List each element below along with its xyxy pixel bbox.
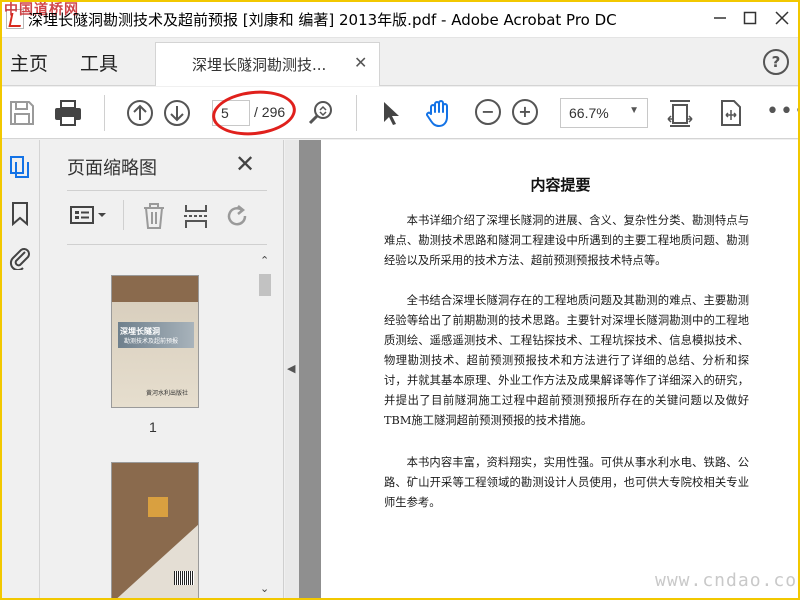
document-tab-label: 深埋长隧洞勘测技... bbox=[192, 56, 327, 74]
paragraph: 全书结合深埋长隧洞存在的工程地质问题及其勘测的难点、主要勘测经验等给出了前期勘测… bbox=[384, 294, 749, 427]
watermark-url: www.cndao.com bbox=[655, 570, 800, 591]
menu-home[interactable]: 主页 bbox=[10, 49, 48, 76]
page-thumbnail-2[interactable] bbox=[111, 462, 199, 600]
zoom-level-value: 66.7% bbox=[569, 105, 609, 121]
scroll-down-icon[interactable]: ⌄ bbox=[260, 582, 269, 595]
fit-width-icon[interactable] bbox=[664, 97, 696, 129]
toolbar-separator bbox=[104, 95, 105, 131]
page-heading: 内容提要 bbox=[530, 176, 591, 194]
bookmark-icon[interactable] bbox=[8, 200, 32, 227]
menu-tools[interactable]: 工具 bbox=[80, 49, 118, 76]
select-cursor-icon[interactable] bbox=[375, 97, 407, 129]
page-up-icon[interactable] bbox=[124, 97, 156, 129]
document-page: 内容提要 本书详细介绍了深埋长隧洞的进展、含义、复杂性分类、勘测特点与难点、勘测… bbox=[321, 140, 800, 600]
thumbnails-icon[interactable] bbox=[8, 154, 32, 180]
scroll-up-icon[interactable]: ⌃ bbox=[260, 254, 269, 267]
panel-close-icon[interactable]: ✕ bbox=[235, 150, 255, 178]
left-nav-strip bbox=[0, 140, 40, 600]
scrollbar-thumb[interactable] bbox=[259, 274, 271, 296]
help-icon[interactable]: ? bbox=[763, 49, 789, 75]
barcode-icon bbox=[174, 571, 194, 585]
thumbnail-panel: 页面缩略图 ✕ 深埋长隧洞 勘测技术及超前预报 黄河水利出版社 1 ⌃ ⌄ bbox=[41, 140, 284, 600]
hand-tool-icon[interactable] bbox=[423, 97, 455, 129]
more-icon[interactable]: ••• bbox=[766, 99, 800, 124]
attachment-icon[interactable] bbox=[8, 244, 32, 272]
toolbar: 5 / 296 − + 66.7% ▼ ••• bbox=[0, 87, 800, 139]
panel-splitter[interactable]: ◀ bbox=[285, 140, 299, 600]
page-thumbnail-1[interactable]: 深埋长隧洞 勘测技术及超前预报 黄河水利出版社 bbox=[111, 275, 199, 408]
cover-publisher: 黄河水利出版社 bbox=[146, 390, 189, 397]
document-viewer[interactable]: 内容提要 本书详细介绍了深埋长隧洞的进展、含义、复杂性分类、勘测特点与难点、勘测… bbox=[299, 140, 800, 600]
paragraph: 本书详细介绍了深埋长隧洞的进展、含义、复杂性分类、勘测特点与难点、勘测技术思路和… bbox=[384, 214, 749, 267]
zoom-search-icon[interactable] bbox=[305, 97, 337, 129]
document-tab[interactable]: 深埋长隧洞勘测技... ✕ bbox=[155, 42, 380, 86]
cover-subtitle: 勘测技术及超前预报 bbox=[124, 338, 179, 345]
panel-title: 页面缩略图 bbox=[67, 158, 157, 179]
panel-divider bbox=[67, 190, 267, 191]
maximize-icon[interactable] bbox=[738, 6, 762, 30]
panel-tool-separator bbox=[123, 200, 124, 230]
rotate-view-icon[interactable] bbox=[714, 97, 746, 129]
save-icon[interactable] bbox=[6, 97, 38, 129]
thumbnail-label: 1 bbox=[149, 419, 157, 435]
print-icon[interactable] bbox=[52, 97, 84, 129]
title-bar: 中国道桥网 深埋长隧洞勘测技术及超前预报 [刘康和 编著] 2013年版.pdf… bbox=[0, 0, 800, 38]
cover-triangle bbox=[112, 523, 198, 600]
insert-pages-icon[interactable] bbox=[181, 202, 211, 230]
window-title: 深埋长隧洞勘测技术及超前预报 [刘康和 编著] 2013年版.pdf - Ado… bbox=[28, 11, 617, 29]
chevron-down-icon: ▼ bbox=[629, 105, 639, 116]
panel-divider bbox=[67, 244, 267, 245]
cover-image bbox=[148, 497, 168, 517]
page-down-icon[interactable] bbox=[161, 97, 193, 129]
tab-close-icon[interactable]: ✕ bbox=[354, 53, 367, 72]
zoom-in-icon[interactable]: + bbox=[512, 99, 538, 125]
rotate-page-icon[interactable] bbox=[223, 202, 253, 230]
close-icon[interactable] bbox=[770, 6, 794, 30]
zoom-level-select[interactable]: 66.7% ▼ bbox=[560, 98, 648, 128]
options-menu-icon[interactable] bbox=[69, 202, 106, 230]
trash-icon[interactable] bbox=[139, 202, 169, 230]
thumbnail-scrollbar[interactable]: ⌃ ⌄ bbox=[257, 252, 273, 597]
menu-tab-bar: 主页 工具 深埋长隧洞勘测技... ✕ ? bbox=[0, 38, 800, 86]
toolbar-separator bbox=[356, 95, 357, 131]
minimize-icon[interactable] bbox=[708, 6, 732, 30]
collapse-panel-icon[interactable]: ◀ bbox=[287, 362, 295, 375]
zoom-out-icon[interactable]: − bbox=[475, 99, 501, 125]
paragraph: 本书内容丰富，资料翔实，实用性强。可供从事水利水电、铁路、公路、矿山开采等工程领… bbox=[384, 456, 749, 509]
